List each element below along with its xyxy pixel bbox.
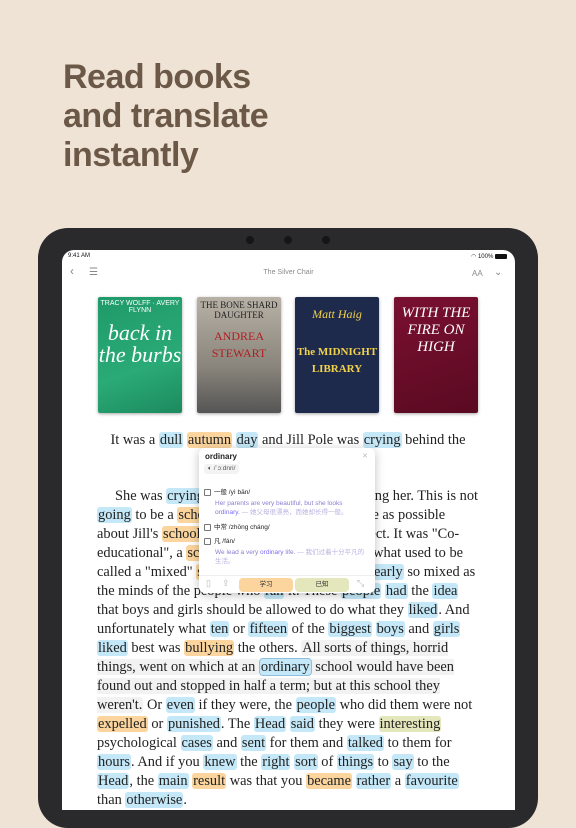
headline: Read books and translate instantly	[63, 58, 269, 174]
highlighted-word[interactable]: interesting	[378, 716, 442, 732]
text-run: or	[229, 621, 249, 637]
highlighted-word[interactable]: idea	[432, 583, 459, 599]
highlighted-word[interactable]: school	[161, 526, 202, 542]
popup-word: ordinary	[205, 452, 238, 461]
sense-item: 中常 /zhōng cháng/	[204, 521, 369, 531]
highlighted-word[interactable]: liked	[407, 602, 439, 618]
book-cover[interactable]: Matt Haig The MIDNIGHT LIBRARY	[295, 297, 379, 413]
more-options-icon[interactable]: ⌄	[494, 267, 502, 278]
highlighted-word[interactable]: Head	[253, 716, 287, 732]
book-title: The Silver Chair	[263, 269, 314, 276]
highlighted-word[interactable]: day	[235, 432, 259, 448]
highlighted-word[interactable]: people	[295, 697, 336, 713]
sense-checkbox[interactable]	[204, 488, 211, 496]
text-run: It was a	[110, 432, 159, 448]
sense-item: 凡 /fán/ We lead a very ordinary life. — …	[204, 535, 369, 566]
wifi-icon: ◠	[471, 254, 478, 260]
highlighted-word[interactable]: crying	[362, 432, 402, 448]
text-run: .	[183, 792, 187, 808]
text-run: than	[97, 792, 126, 808]
share-icon[interactable]: ⇪	[222, 578, 230, 589]
pronounce-button[interactable]: 🔈︎ /ˈɔːdnri/	[204, 464, 240, 474]
sense-item: 一般 /yì bān/ Her parents are very beautif…	[204, 486, 369, 517]
sensor	[322, 236, 330, 244]
text-run: to them for	[383, 735, 452, 751]
text-run: psychological	[97, 735, 181, 751]
text-run: and	[404, 621, 433, 637]
highlighted-word[interactable]: talked	[346, 735, 384, 751]
bookmark-icon[interactable]: ▯	[206, 578, 211, 589]
highlighted-word[interactable]: result	[192, 773, 227, 789]
font-size-icon[interactable]: AA	[472, 269, 483, 278]
text-run: best was	[127, 640, 185, 656]
book-cover[interactable]: THE BONE SHARD DAUGHTER ANDREA STEWART	[197, 297, 281, 413]
highlighted-word[interactable]: autumn	[186, 432, 233, 448]
text-run: the	[407, 583, 433, 599]
highlighted-word[interactable]: even	[165, 697, 195, 713]
text-run: and	[212, 735, 241, 751]
text-run: that boys and girls should be allowed to…	[97, 602, 408, 618]
status-right: ◠ 100%	[471, 253, 507, 260]
highlighted-word[interactable]: sent	[240, 735, 267, 751]
text-run: Or	[143, 697, 166, 713]
highlighted-word[interactable]: dull	[158, 432, 184, 448]
expand-icon[interactable]: ⤡	[357, 578, 364, 589]
known-button[interactable]: 已知	[295, 578, 349, 592]
text-run: and Jill Pole was	[258, 432, 363, 448]
book-cover[interactable]: WITH THE FIRE ON HIGH	[394, 297, 478, 413]
highlighted-word[interactable]: became	[306, 773, 353, 789]
text-run: of the	[288, 621, 329, 637]
highlighted-word[interactable]: said	[289, 716, 315, 732]
text-run: or	[147, 716, 167, 732]
text-run: if they were, the	[194, 697, 296, 713]
sense-checkbox[interactable]	[204, 537, 211, 545]
sense-checkbox[interactable]	[204, 523, 211, 531]
highlighted-word[interactable]: going	[97, 507, 132, 523]
text-run: who did them were not	[335, 697, 473, 713]
reader-toolbar: ‹ ☰ The Silver Chair AA ⌄	[62, 264, 515, 282]
text-run: , the	[129, 773, 158, 789]
highlighted-word[interactable]: rather	[355, 773, 392, 789]
highlighted-word[interactable]: fifteen	[248, 621, 289, 637]
highlighted-word[interactable]: liked	[97, 640, 128, 656]
status-bar: 9:41 AM ◠ 100%	[68, 253, 507, 260]
text-run: they were	[314, 716, 379, 732]
highlighted-word[interactable]: punished	[166, 716, 221, 732]
text-run: for them and	[266, 735, 347, 751]
text-run: She was	[115, 488, 167, 504]
text-run: a	[391, 773, 405, 789]
highlighted-word[interactable]: boys	[375, 621, 405, 637]
highlighted-word[interactable]: ordinary	[258, 658, 312, 676]
highlighted-word[interactable]: had	[384, 583, 408, 599]
close-icon[interactable]: ✕	[362, 452, 368, 460]
text-run: the others.	[234, 640, 302, 656]
popup-footer: ▯ ⇪ 学习 已知 ⤡	[199, 575, 375, 593]
translation-popup: ordinary ✕ 🔈︎ /ˈɔːdnri/ 一般 /yì bān/ Her …	[199, 448, 375, 593]
highlighted-word[interactable]: main	[157, 773, 189, 789]
sensor	[246, 236, 254, 244]
highlighted-word[interactable]: girls	[432, 621, 461, 637]
text-run: . The	[220, 716, 254, 732]
highlighted-word[interactable]: bullying	[184, 640, 235, 656]
speaker-icon: 🔈︎	[208, 465, 212, 472]
highlighted-word[interactable]: Head	[97, 773, 130, 789]
highlighted-word[interactable]: favourite	[404, 773, 459, 789]
camera	[284, 236, 292, 244]
text-run: to be a	[131, 507, 178, 523]
highlighted-word[interactable]: expelled	[97, 716, 148, 732]
book-cover[interactable]: TRACY WOLFF · AVERY FLYNN back in the bur…	[98, 297, 182, 413]
highlighted-word[interactable]: otherwise	[125, 792, 184, 808]
text-run: was that you	[226, 773, 307, 789]
highlighted-word[interactable]: cases	[180, 735, 213, 751]
highlighted-word[interactable]: biggest	[328, 621, 372, 637]
status-time: 9:41 AM	[68, 253, 91, 259]
learn-button[interactable]: 学习	[239, 578, 293, 592]
highlighted-word[interactable]: ten	[209, 621, 230, 637]
battery-icon	[495, 253, 507, 259]
screen: 9:41 AM ◠ 100% ‹ ☰ The Silver Chair AA ⌄…	[62, 250, 515, 810]
